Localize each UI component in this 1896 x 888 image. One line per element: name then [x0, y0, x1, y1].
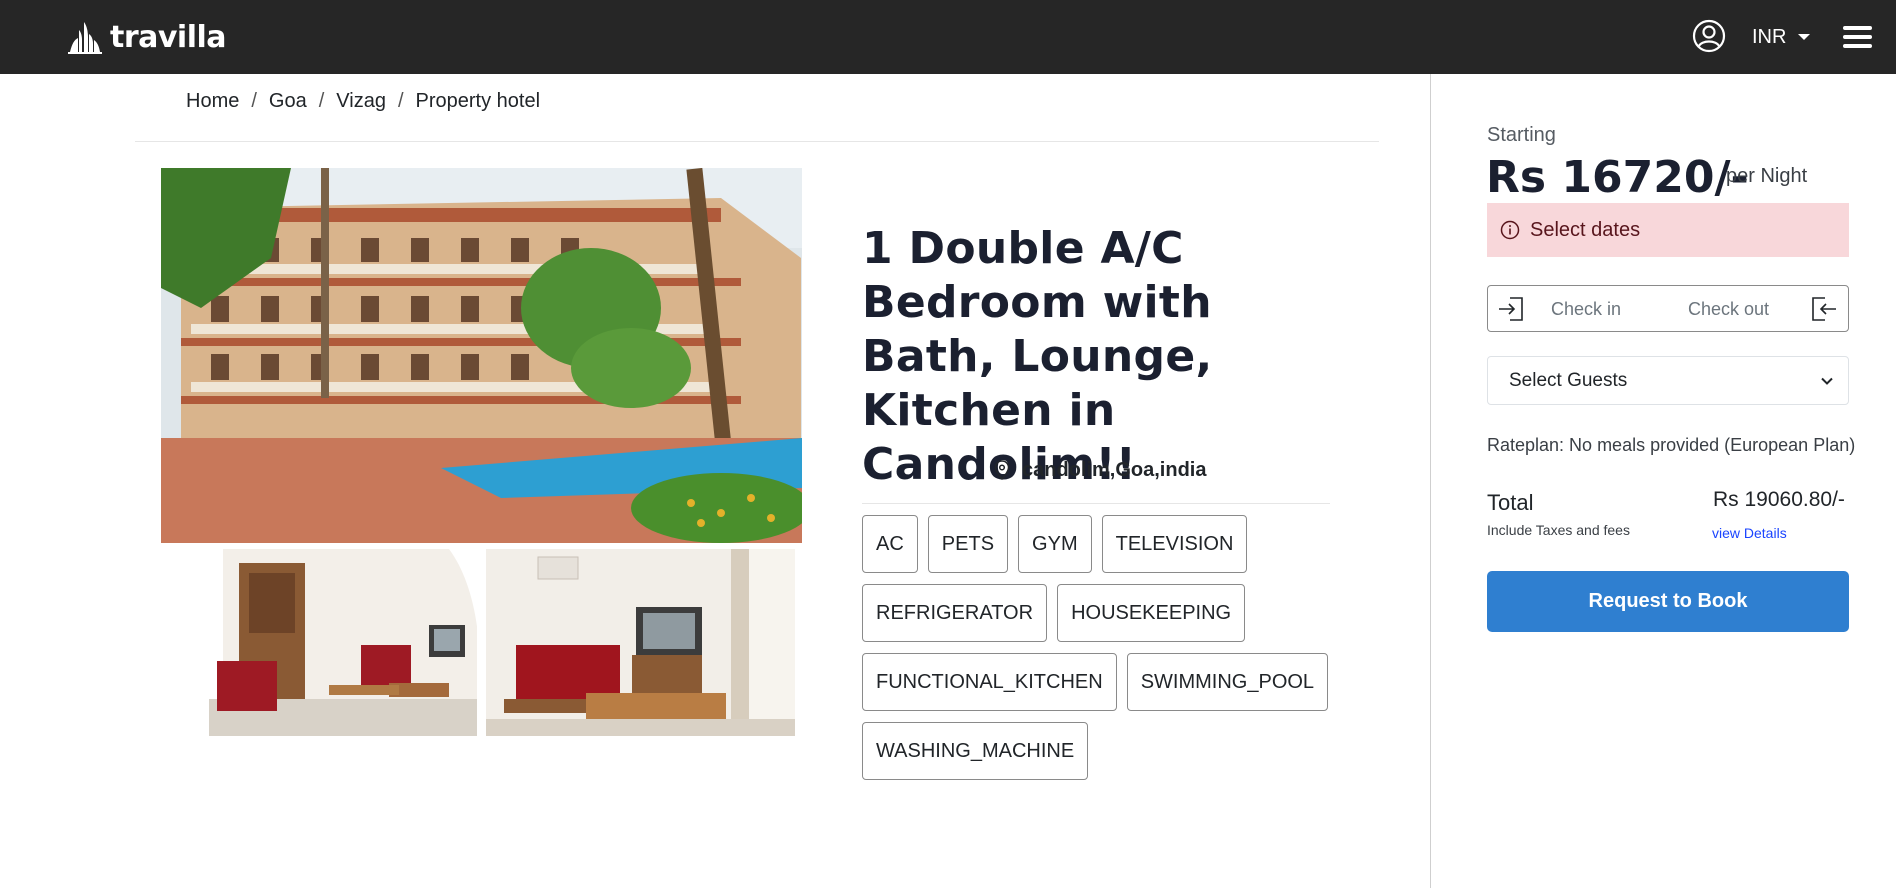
main-property-photo[interactable]	[161, 168, 802, 543]
breadcrumb-divider	[135, 141, 1379, 142]
hamburger-menu-button[interactable]	[1843, 26, 1872, 48]
menu-line	[1843, 26, 1872, 30]
nightly-price: Rs 16720/-	[1486, 152, 1749, 203]
alert-text: Select dates	[1530, 218, 1641, 241]
request-to-book-button[interactable]: Request to Book	[1487, 571, 1849, 632]
logo-mark-icon	[68, 22, 102, 54]
amenity-tag: REFRIGERATOR	[862, 584, 1048, 642]
breadcrumb-current: Property hotel	[415, 90, 541, 112]
select-dates-alert: Select dates	[1487, 203, 1849, 257]
location-text: candolim,Goa,india	[1022, 458, 1207, 481]
brand-name: travilla	[110, 19, 227, 55]
top-navbar: travilla INR	[0, 0, 1896, 74]
view-details-link[interactable]: view Details	[1712, 525, 1787, 541]
user-account-button[interactable]	[1692, 19, 1726, 53]
amenity-tag: HOUSEKEEPING	[1057, 584, 1246, 642]
breadcrumb-separator: /	[318, 90, 325, 112]
check-in-field[interactable]: Check in	[1551, 299, 1621, 320]
rateplan-text: Rateplan: No meals provided (European Pl…	[1487, 435, 1856, 455]
per-night-label: per Night	[1726, 165, 1808, 187]
menu-line	[1843, 35, 1872, 39]
date-range-picker[interactable]: Check in Check out	[1487, 285, 1849, 332]
currency-selector[interactable]: INR	[1752, 24, 1811, 50]
breadcrumb-separator: /	[397, 90, 404, 112]
panel-divider	[1430, 74, 1431, 888]
amenity-tag: GYM	[1018, 515, 1092, 573]
breadcrumb-home[interactable]: Home	[186, 90, 239, 113]
breadcrumb: Home / Goa / Vizag / Property hotel	[186, 90, 540, 113]
amenity-tag: FUNCTIONAL_KITCHEN	[862, 653, 1117, 711]
info-icon	[1500, 220, 1520, 240]
chevron-down-icon	[1798, 34, 1811, 40]
amenity-tag: WASHING_MACHINE	[862, 722, 1089, 780]
listing-location: candolim,Goa,india	[994, 457, 1206, 483]
currency-label: INR	[1752, 25, 1787, 48]
amenity-tag: PETS	[927, 515, 1009, 573]
sign-out-icon	[1812, 297, 1836, 321]
amenity-tag: SWIMMING_POOL	[1126, 653, 1329, 711]
breadcrumb-goa[interactable]: Goa	[269, 90, 307, 113]
sign-in-icon	[1499, 297, 1523, 321]
total-amount: Rs 19060.80/-	[1713, 488, 1845, 511]
user-circle-icon	[1692, 19, 1726, 53]
guests-select[interactable]: Select Guests	[1487, 356, 1849, 405]
menu-line	[1843, 44, 1872, 48]
amenity-tag: TELEVISION	[1101, 515, 1248, 573]
starting-label: Starting	[1487, 124, 1556, 146]
total-label: Total	[1487, 490, 1534, 515]
room-photo-2[interactable]	[486, 549, 795, 736]
brand-logo[interactable]: travilla	[66, 18, 227, 56]
location-divider	[862, 503, 1330, 504]
map-pin-icon	[994, 460, 1010, 480]
breadcrumb-vizag[interactable]: Vizag	[336, 90, 386, 113]
guests-select-label: Select Guests	[1509, 369, 1628, 391]
room-photo-1[interactable]	[209, 549, 477, 736]
listing-title: 1 Double A/C Bedroom with Bath, Lounge, …	[862, 223, 1213, 490]
amenity-tag: AC	[862, 515, 918, 573]
chevron-down-icon	[1821, 377, 1833, 385]
taxes-note: Include Taxes and fees	[1487, 522, 1630, 538]
check-out-field[interactable]: Check out	[1688, 299, 1769, 320]
amenities-list: AC PETS GYM TELEVISION REFRIGERATOR HOUS…	[862, 515, 1332, 781]
breadcrumb-separator: /	[251, 90, 257, 112]
